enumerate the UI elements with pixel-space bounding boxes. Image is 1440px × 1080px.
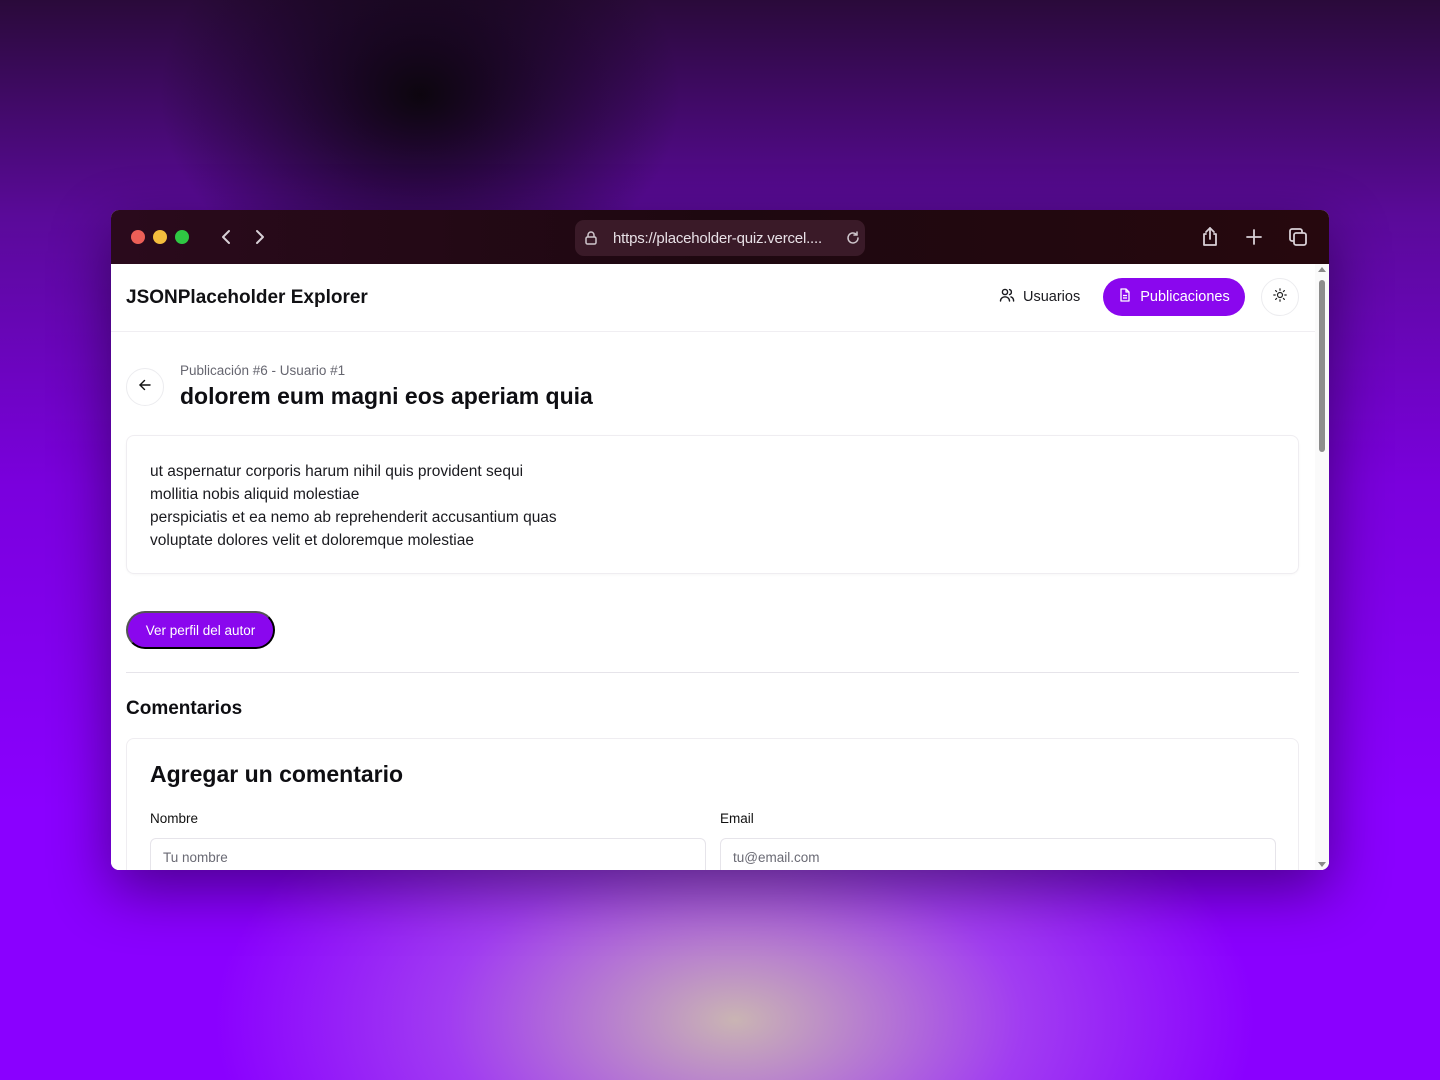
browser-titlebar: https://placeholder-quiz.vercel.... <box>111 210 1329 264</box>
section-divider <box>126 672 1299 673</box>
email-input[interactable] <box>720 838 1276 870</box>
lock-icon <box>583 230 599 246</box>
file-text-icon <box>1118 288 1132 306</box>
post-body-line: ut aspernatur corporis harum nihil quis … <box>150 463 524 480</box>
scroll-down-arrow-icon[interactable] <box>1318 862 1326 867</box>
add-comment-form: Agregar un comentario Nombre Email <box>126 738 1299 870</box>
reload-icon[interactable] <box>845 230 861 246</box>
browser-forward-icon[interactable] <box>247 225 271 249</box>
post-body-card: ut aspernatur corporis harum nihil quis … <box>126 435 1299 574</box>
back-button[interactable] <box>126 368 164 406</box>
post-title: dolorem eum magni eos aperiam quia <box>180 383 593 409</box>
close-window-button[interactable] <box>131 230 145 244</box>
page-content: JSONPlaceholder Explorer Usuarios Public… <box>111 264 1329 870</box>
name-input[interactable] <box>150 838 706 870</box>
add-comment-title: Agregar un comentario <box>150 761 404 787</box>
post-body-line: mollitia nobis aliquid molestiae <box>150 486 360 503</box>
new-tab-icon[interactable] <box>1242 225 1266 249</box>
email-label: Email <box>720 811 754 826</box>
nav-users-link[interactable]: Usuarios <box>999 285 1080 309</box>
site-header: JSONPlaceholder Explorer Usuarios Public… <box>111 264 1329 332</box>
sun-icon <box>1273 287 1287 307</box>
tabs-overview-icon[interactable] <box>1286 225 1310 249</box>
browser-back-icon[interactable] <box>215 225 239 249</box>
browser-window: https://placeholder-quiz.vercel.... JSON… <box>111 210 1329 870</box>
site-brand[interactable]: JSONPlaceholder Explorer <box>126 287 368 309</box>
address-bar[interactable]: https://placeholder-quiz.vercel.... <box>575 220 865 256</box>
scroll-up-arrow-icon[interactable] <box>1318 267 1326 272</box>
users-icon <box>999 287 1015 307</box>
page-scrollbar[interactable] <box>1315 264 1329 870</box>
comments-heading: Comentarios <box>126 698 243 719</box>
nav-users-label: Usuarios <box>1023 289 1081 305</box>
name-label: Nombre <box>150 811 199 826</box>
post-body-line: voluptate dolores velit et doloremque mo… <box>150 532 474 549</box>
share-icon[interactable] <box>1198 225 1222 249</box>
theme-toggle-button[interactable] <box>1261 278 1299 316</box>
nav-posts-button[interactable]: Publicaciones <box>1103 278 1245 316</box>
nav-posts-label: Publicaciones <box>1140 289 1230 305</box>
arrow-left-icon <box>138 378 152 397</box>
minimize-window-button[interactable] <box>153 230 167 244</box>
url-text[interactable]: https://placeholder-quiz.vercel.... <box>613 230 829 247</box>
view-author-profile-button[interactable]: Ver perfil del autor <box>126 611 275 649</box>
post-meta: Publicación #6 - Usuario #1 <box>180 363 346 378</box>
post-body-line: perspiciatis et ea nemo ab reprehenderit… <box>150 509 557 526</box>
scroll-thumb[interactable] <box>1319 280 1325 452</box>
maximize-window-button[interactable] <box>175 230 189 244</box>
